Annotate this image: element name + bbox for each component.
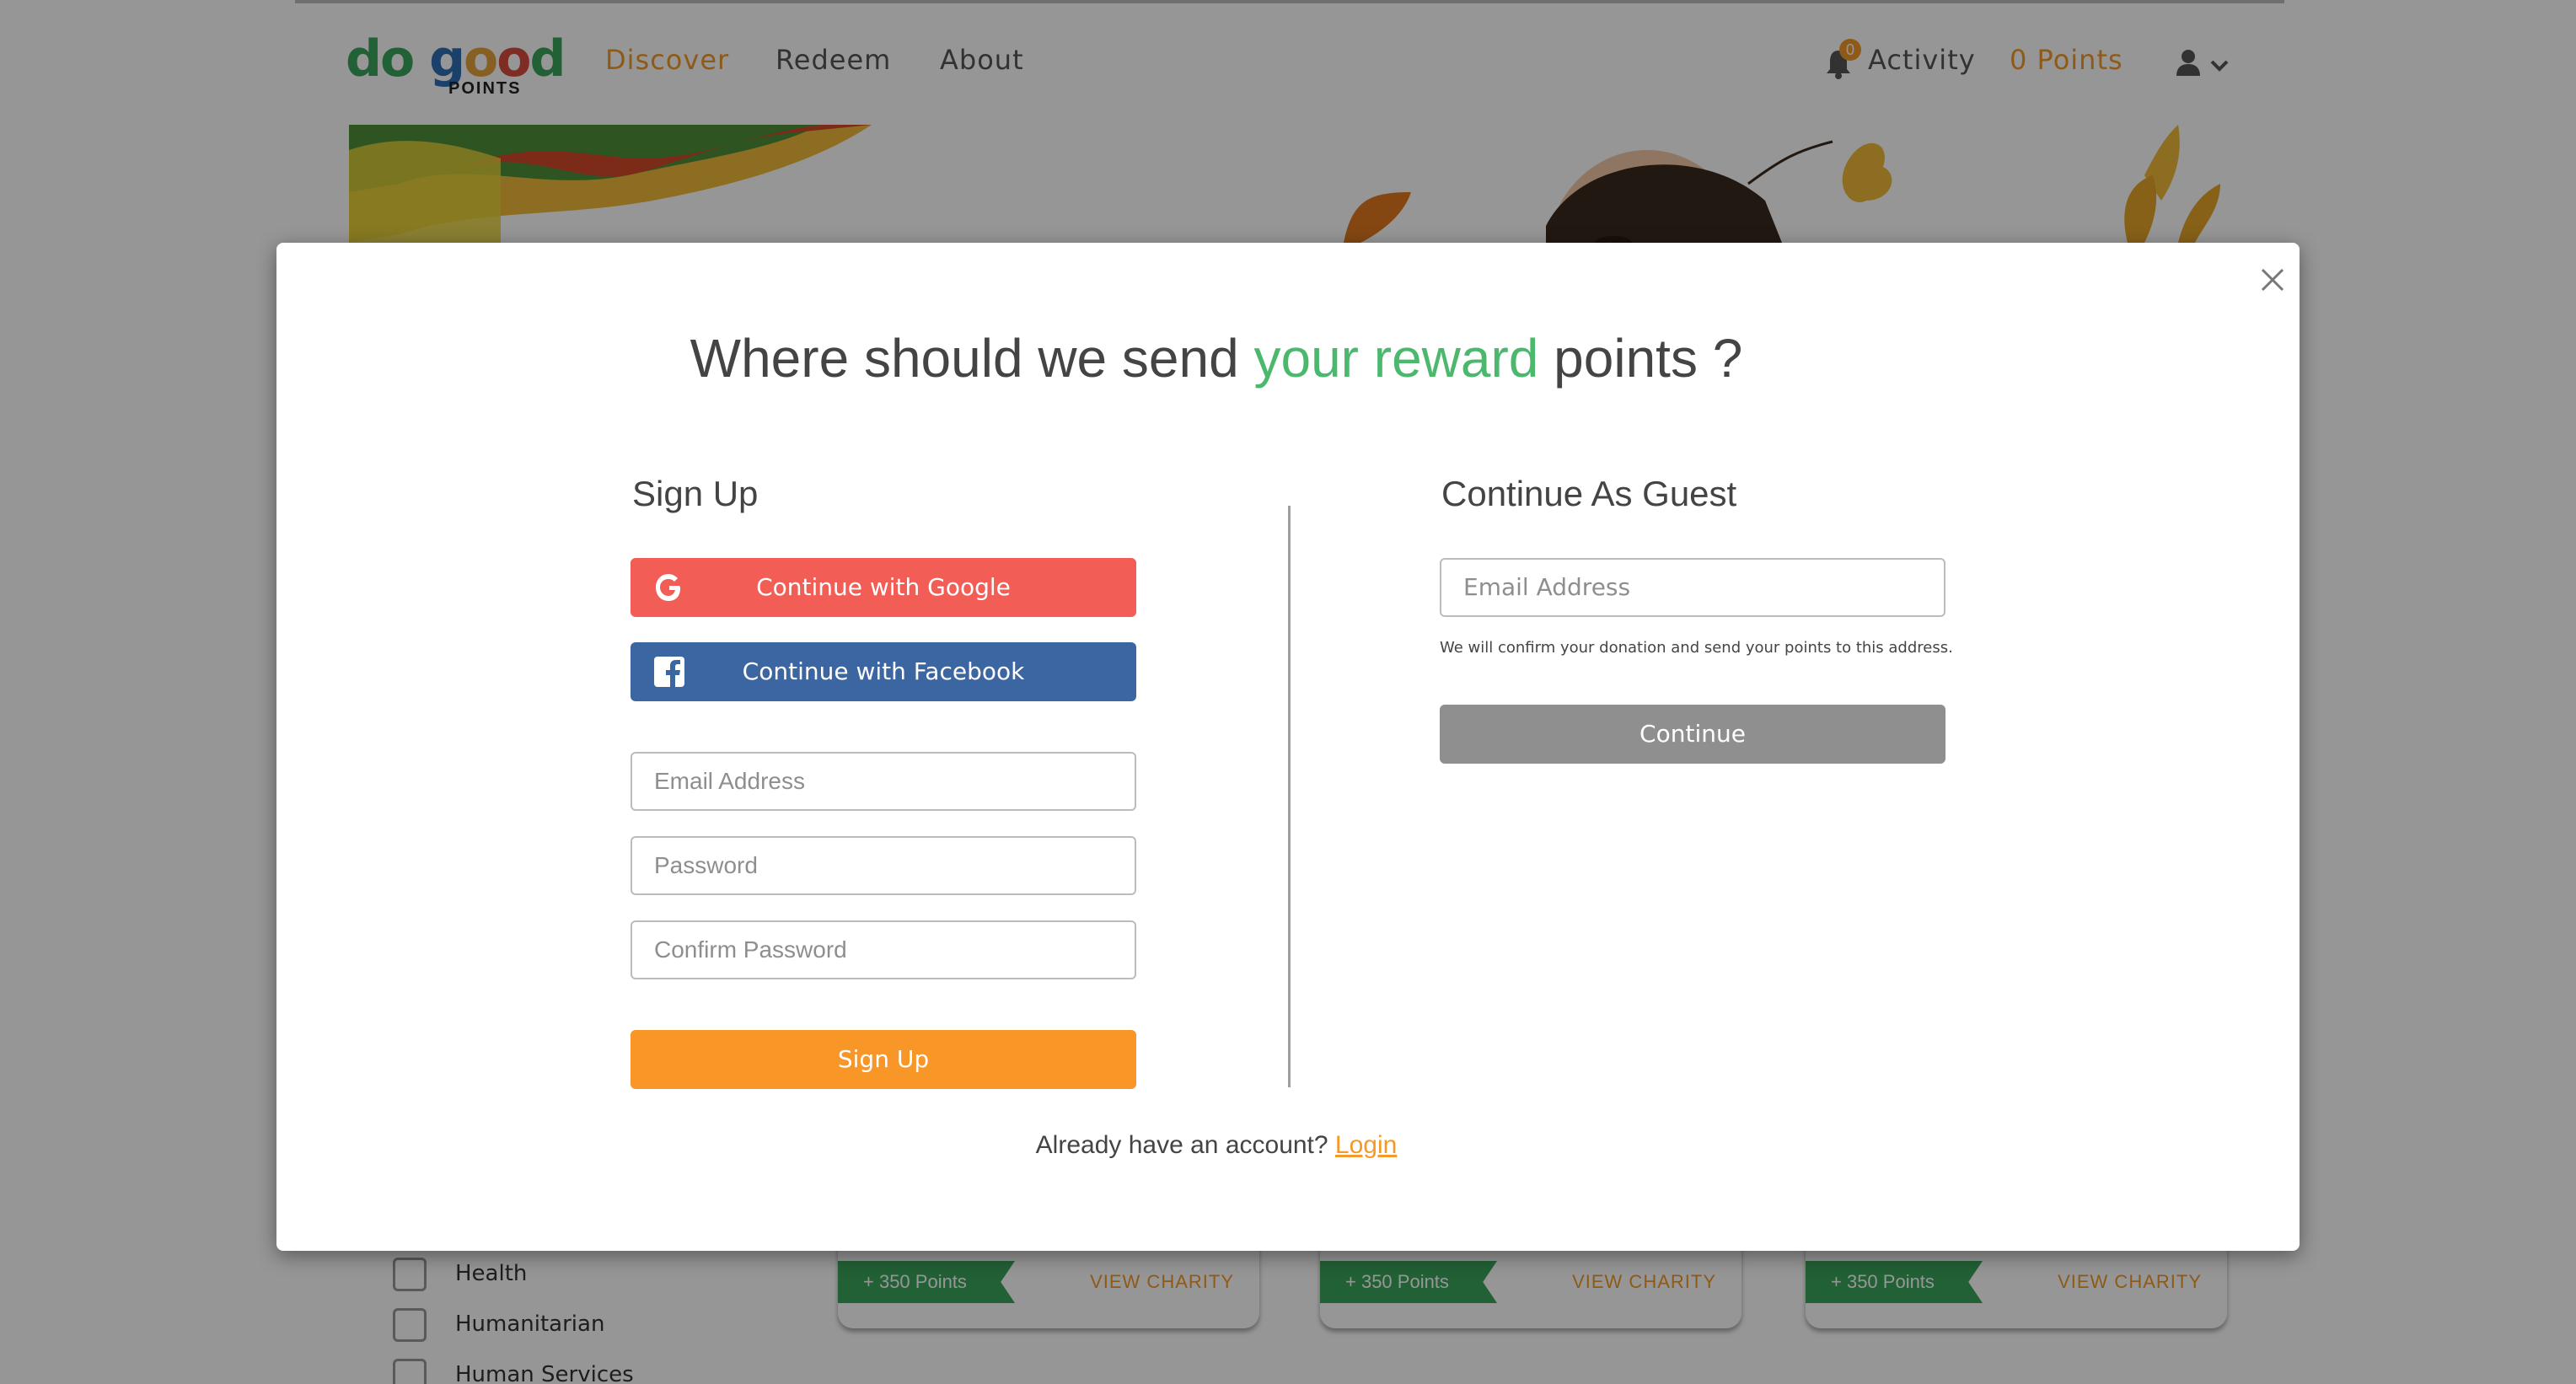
- guest-email-field[interactable]: Email Address: [1440, 558, 1945, 617]
- signup-heading: Sign Up: [632, 474, 759, 513]
- login-link[interactable]: Login: [1335, 1131, 1397, 1159]
- google-signin-button[interactable]: Continue with Google: [631, 558, 1136, 617]
- facebook-icon: [654, 657, 684, 687]
- column-divider: [1288, 506, 1291, 1087]
- reward-modal: Where should we send your reward points …: [276, 243, 2300, 1251]
- signup-password-field[interactable]: Password: [631, 836, 1136, 895]
- signup-confirm-password-field[interactable]: Confirm Password: [631, 920, 1136, 979]
- google-icon: [656, 574, 680, 601]
- guest-heading: Continue As Guest: [1441, 474, 1737, 513]
- modal-title: Where should we send your reward points …: [690, 328, 1743, 389]
- guest-note: We will confirm your donation and send y…: [1440, 639, 1953, 657]
- title-highlight: your reward: [1253, 328, 1539, 389]
- signup-email-field[interactable]: Email Address: [631, 752, 1136, 811]
- guest-continue-button[interactable]: Continue: [1440, 705, 1945, 764]
- login-prompt: Already have an account? Login: [1035, 1131, 1398, 1159]
- signup-button[interactable]: Sign Up: [631, 1030, 1136, 1089]
- facebook-signin-button[interactable]: Continue with Facebook: [631, 642, 1136, 701]
- close-icon[interactable]: [2252, 260, 2293, 300]
